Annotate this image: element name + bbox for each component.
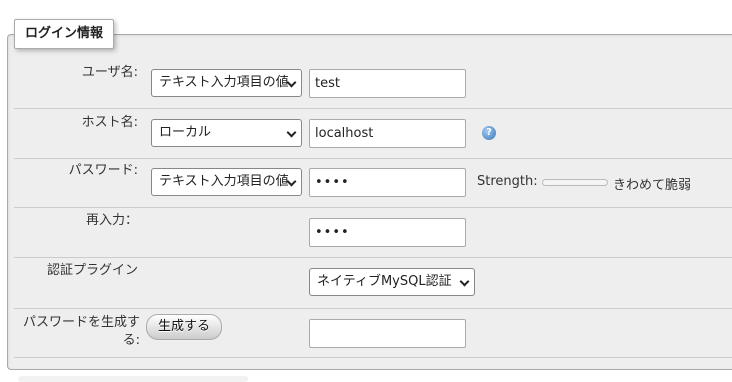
password-type-select[interactable]: テキスト入力項目の値 <box>151 168 302 196</box>
generate-password-label: パスワードを生成す る: <box>14 314 140 350</box>
auth-plugin-label: 認証プラグイン <box>46 263 138 278</box>
auth-plugin-select-value: ネイティブMySQL認証 <box>317 274 452 289</box>
auth-plugin-select[interactable]: ネイティブMySQL認証 <box>309 268 475 296</box>
host-input[interactable]: localhost <box>309 119 466 148</box>
password-input[interactable]: •••• <box>309 168 466 197</box>
host-type-select[interactable]: ローカル <box>151 119 302 147</box>
username-input[interactable]: test <box>309 69 466 98</box>
username-type-select-value: テキスト入力項目の値 <box>159 75 289 90</box>
row-divider <box>14 257 732 258</box>
strength-text: きわめて脆弱 <box>613 178 692 193</box>
password-strength-meter <box>542 179 608 186</box>
row-divider <box>14 357 732 358</box>
chevron-down-icon <box>459 276 470 287</box>
row-divider <box>14 207 732 208</box>
generate-password-label-line1: パスワードを生成す <box>22 315 140 330</box>
generate-password-label-line2: る: <box>122 333 140 348</box>
host-type-select-value: ローカル <box>159 125 212 140</box>
generate-button[interactable]: 生成する <box>146 314 223 340</box>
username-type-select[interactable]: テキスト入力項目の値 <box>151 69 302 97</box>
chevron-down-icon <box>286 127 297 138</box>
password-label: パスワード: <box>68 163 138 178</box>
reenter-label: 再入力： <box>85 213 138 228</box>
login-info-legend: ログイン情報 <box>14 19 115 49</box>
generated-password-input[interactable] <box>309 319 466 348</box>
username-label: ユーザ名: <box>81 65 138 80</box>
reenter-password-input[interactable]: •••• <box>309 218 466 247</box>
bottom-shadow <box>18 376 248 382</box>
strength-label: Strength: <box>477 174 538 189</box>
host-label: ホスト名: <box>81 115 138 130</box>
password-type-select-value: テキスト入力項目の値 <box>159 174 289 189</box>
help-icon[interactable]: ? <box>482 126 496 140</box>
row-divider <box>14 108 732 109</box>
row-divider <box>14 308 732 309</box>
row-divider <box>14 158 732 159</box>
